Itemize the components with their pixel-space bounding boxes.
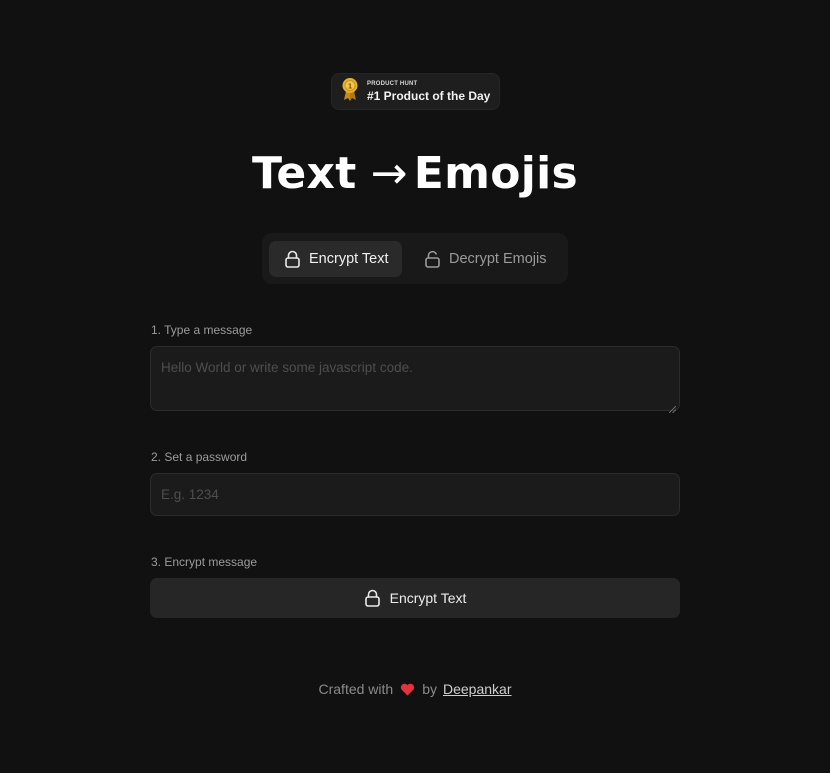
arrow-icon: →: [370, 148, 408, 199]
tab-label: Decrypt Emojis: [449, 250, 547, 267]
page-title: Text → Emojis: [0, 148, 830, 199]
lock-icon: [284, 250, 309, 268]
resize-handle-icon[interactable]: [668, 400, 677, 414]
title-left: Text: [251, 148, 357, 199]
product-hunt-badge[interactable]: 1 PRODUCT HUNT #1 Product of the Day: [331, 73, 500, 110]
medal-icon: 1: [341, 77, 367, 106]
tab-decrypt-emojis[interactable]: Decrypt Emojis: [402, 241, 547, 277]
encrypt-button-label: Encrypt Text: [389, 590, 467, 606]
footer-prefix: Crafted with: [318, 681, 394, 697]
tab-label: Encrypt Text: [309, 250, 389, 267]
message-label: 1. Type a message: [151, 323, 253, 337]
svg-text:1: 1: [348, 83, 353, 91]
title-right: Emojis: [413, 148, 579, 199]
heart-icon: [400, 683, 415, 696]
footer: Crafted with by Deepankar: [0, 681, 830, 697]
badge-title: #1 Product of the Day: [367, 89, 491, 103]
message-field-wrapper: [150, 346, 680, 414]
password-label: 2. Set a password: [151, 450, 248, 464]
author-link[interactable]: Deepankar: [443, 681, 512, 697]
encrypt-button[interactable]: Encrypt Text: [150, 578, 680, 618]
encrypt-label: 3. Encrypt message: [151, 555, 258, 569]
mode-tabs: Encrypt Text Decrypt Emojis: [262, 233, 568, 284]
badge-caption: PRODUCT HUNT: [367, 81, 418, 87]
unlock-icon: [424, 250, 449, 268]
tab-encrypt-text[interactable]: Encrypt Text: [269, 240, 402, 277]
footer-by: by: [422, 681, 437, 697]
lock-icon: [364, 589, 390, 607]
password-input[interactable]: [150, 473, 680, 516]
message-input[interactable]: [151, 347, 679, 410]
